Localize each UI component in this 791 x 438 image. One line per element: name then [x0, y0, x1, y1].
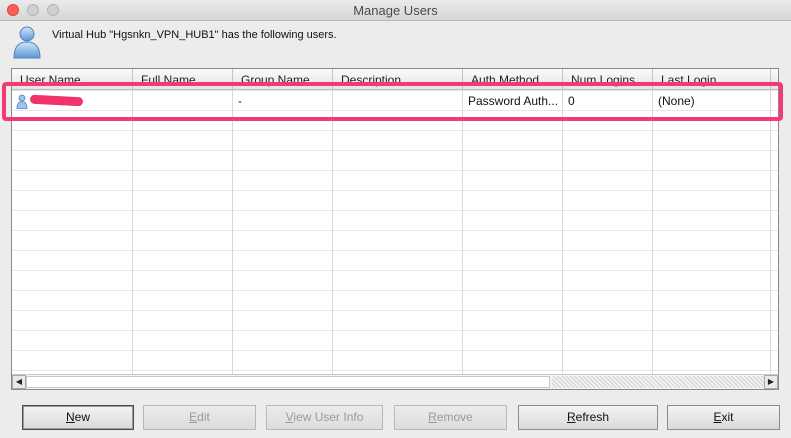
new-button[interactable]: New [22, 405, 134, 430]
hub-users-message: Virtual Hub "Hgsnkn_VPN_HUB1" has the fo… [52, 29, 337, 41]
new-button-mnemonic: N [65, 410, 75, 424]
edit-button-mnemonic: E [189, 410, 198, 424]
window-title: Manage Users [353, 3, 438, 18]
new-button-label: ew [74, 410, 90, 424]
edit-button[interactable]: Edit [143, 405, 256, 430]
scrollbar-track[interactable] [552, 376, 764, 388]
view-user-info-button-label: iew User Info [293, 410, 364, 424]
user-icon [13, 26, 41, 59]
refresh-button-mnemonic: R [566, 410, 576, 424]
view-user-info-button[interactable]: View User Info [266, 405, 383, 430]
exit-button[interactable]: Exit [667, 405, 780, 430]
scrollbar-thumb[interactable] [26, 376, 550, 388]
edit-button-label: dit [197, 410, 210, 424]
exit-button-mnemonic: E [713, 410, 722, 424]
remove-button-mnemonic: R [428, 410, 437, 424]
scroll-right-button[interactable]: ▶ [764, 375, 778, 389]
remove-button-label: emove [436, 410, 473, 424]
exit-button-label: xit [721, 410, 734, 424]
highlight-box [2, 82, 783, 121]
table-grid-lines [12, 90, 778, 374]
refresh-button[interactable]: Refresh [518, 405, 658, 430]
title-bar: Manage Users [0, 0, 791, 21]
horizontal-scrollbar[interactable]: ◀ ▶ [12, 374, 778, 389]
remove-button[interactable]: Remove [394, 405, 507, 430]
refresh-button-label: efresh [575, 410, 610, 424]
scroll-left-button[interactable]: ◀ [12, 375, 26, 389]
